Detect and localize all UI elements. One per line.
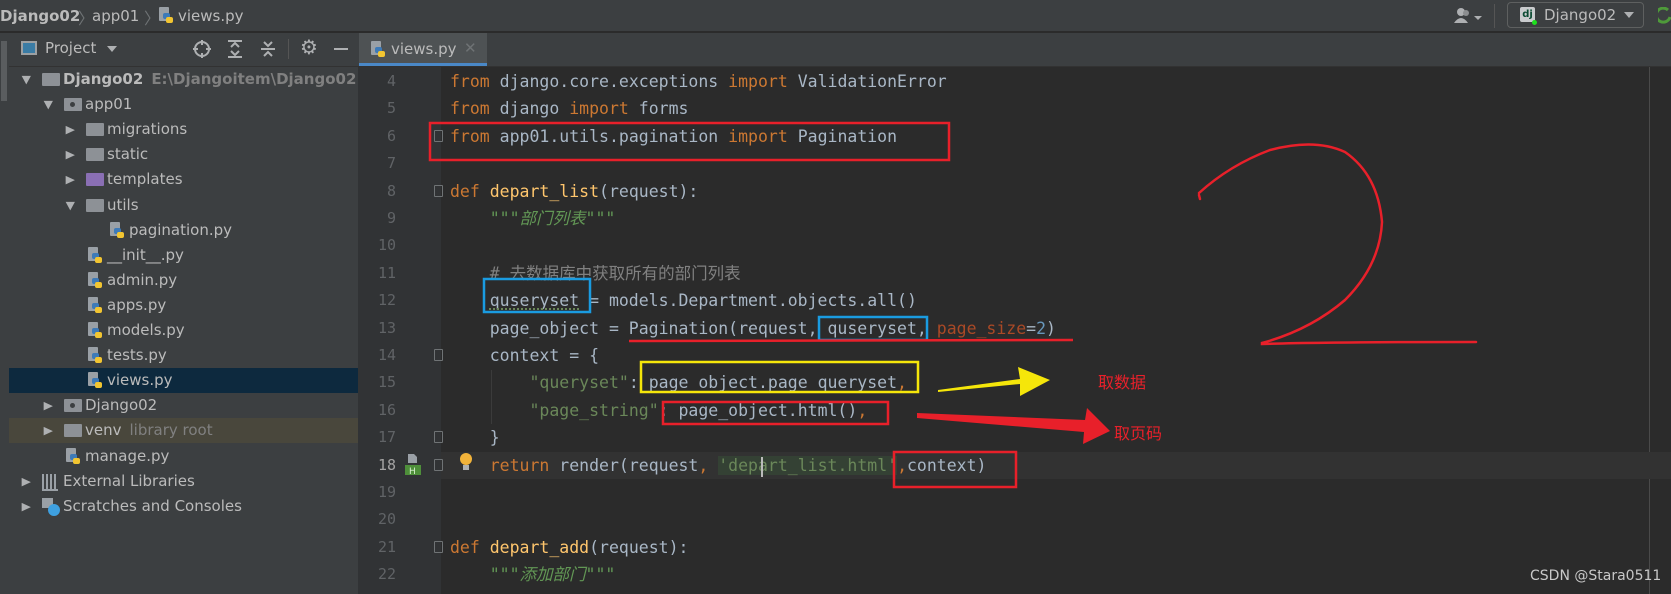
annotation-label-get-data: 取数据: [1098, 373, 1147, 392]
annotation-arrow-yellow: [938, 367, 1050, 396]
annotation-box-context: [892, 450, 1018, 489]
annotation-box-page-queryset: [639, 360, 920, 394]
annotation-box-queryset-arg: [817, 315, 929, 342]
annotation-arrow-red: [917, 408, 1110, 444]
annotation-box-queryset-var: [482, 277, 592, 314]
annotation-box-import: [428, 121, 951, 162]
annotation-underline-pagination: [628, 338, 1074, 343]
annotation-handwritten-2: [1197, 143, 1478, 346]
watermark: CSDN @Stara0511: [1530, 568, 1662, 584]
annotation-box-html: [661, 400, 890, 426]
annotation-label-get-page: 取页码: [1114, 424, 1163, 443]
annotation-layer: [428, 121, 1478, 489]
